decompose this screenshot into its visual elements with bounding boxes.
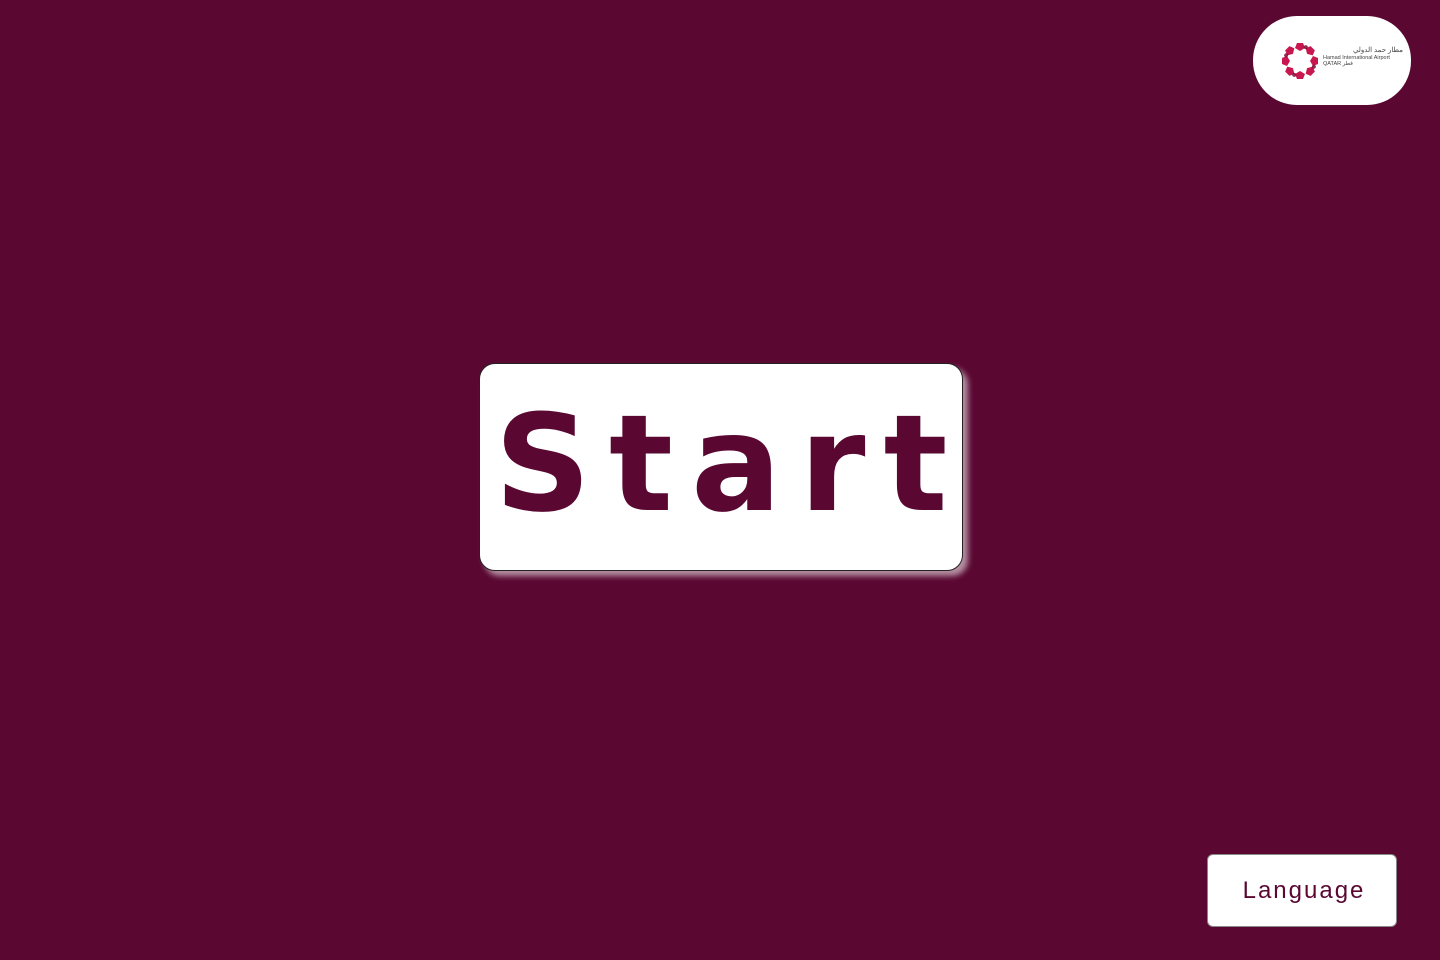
language-button-label: Language <box>1242 876 1366 904</box>
start-button-label: Start <box>494 386 966 542</box>
airport-logo-text: مطار حمد الدولي Hamad International Airp… <box>1323 47 1403 67</box>
logo-arabic-name: مطار حمد الدولي <box>1352 47 1403 54</box>
start-button[interactable]: Start <box>479 363 963 571</box>
airport-logo-badge: مطار حمد الدولي Hamad International Airp… <box>1253 16 1411 105</box>
language-button[interactable]: Language <box>1207 854 1397 927</box>
hamad-airport-logo-icon <box>1282 43 1318 79</box>
logo-country-name: QATAR قطر <box>1323 60 1353 67</box>
